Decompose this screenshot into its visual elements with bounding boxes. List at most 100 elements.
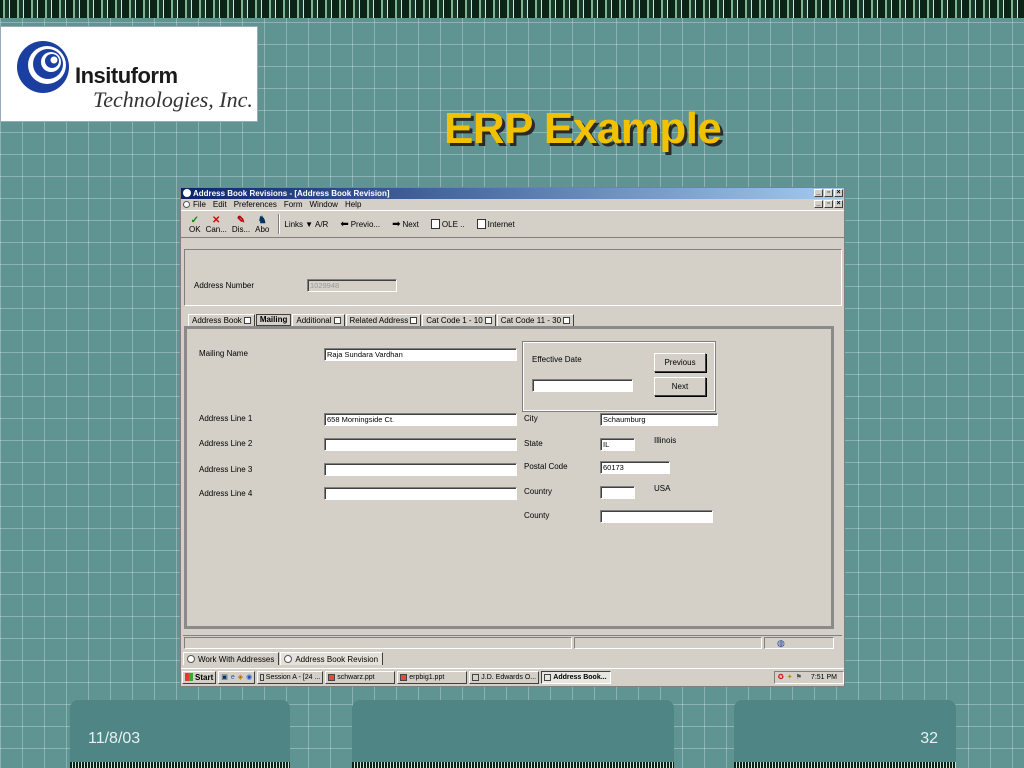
display-button[interactable]: ✎ Dis...	[232, 215, 250, 234]
task-jd-edwards-label: J.D. Edwards O...	[481, 673, 537, 681]
effective-date-group: Effective Date Previous Next	[522, 341, 716, 412]
media-icon[interactable]: ◉	[246, 672, 252, 683]
window-tab-address-book-revision[interactable]: Address Book Revision	[280, 652, 384, 665]
county-field[interactable]	[600, 510, 713, 523]
tab-address-book-label: Address Book	[192, 315, 242, 325]
minimize-button[interactable]: _	[814, 189, 823, 197]
toolbar: ✓ OK ✕ Can... ✎ Dis... ♞ Abo Links ▼ A/R…	[181, 210, 844, 238]
links-menu[interactable]: Links ▼ A/R	[284, 220, 328, 229]
tab-dropdown-icon	[410, 317, 418, 324]
window-tab-work-with-addresses-label: Work With Addresses	[198, 654, 275, 664]
footer-page-box: 32	[734, 700, 956, 762]
close-button[interactable]: ×	[834, 189, 843, 197]
child-close-button[interactable]: ×	[834, 200, 843, 208]
address-line-1-label: Address Line 1	[199, 414, 253, 423]
effective-date-field[interactable]	[532, 379, 633, 392]
status-cell	[574, 637, 762, 649]
menu-form[interactable]: Form	[284, 199, 303, 210]
desktop-icon[interactable]: ▣	[221, 672, 228, 683]
arrow-right-icon: ➡	[392, 218, 401, 230]
insituform-logo-icon	[17, 41, 69, 93]
circuit-board-banner	[0, 0, 1024, 18]
window-title: Address Book Revisions - [Address Book R…	[193, 189, 390, 198]
tab-mailing-label: Mailing	[259, 315, 288, 324]
tab-dropdown-icon	[243, 317, 251, 324]
ok-label: OK	[189, 224, 201, 234]
circuit-strip	[70, 762, 290, 768]
task-address-book[interactable]: Address Book...	[541, 670, 612, 684]
address-line-2-field[interactable]	[324, 438, 517, 451]
tray-icon[interactable]: ⚑	[796, 673, 802, 681]
start-button[interactable]: Start	[182, 670, 217, 684]
menu-file[interactable]: File	[193, 199, 206, 210]
next-button[interactable]: Next	[654, 377, 706, 396]
state-label: State	[524, 439, 543, 448]
state-description: Illinois	[654, 436, 677, 445]
tray-icon[interactable]: ✦	[787, 673, 793, 681]
display-label: Dis...	[231, 224, 251, 234]
address-number-label: Address Number	[194, 281, 255, 290]
air-label: A/R	[314, 219, 329, 229]
child-restore-button[interactable]: ▫	[824, 200, 833, 208]
child-minimize-button[interactable]: _	[814, 200, 823, 208]
check-icon: ✓	[190, 214, 199, 226]
header-section: Address Number 1029948	[184, 249, 842, 306]
postal-code-field[interactable]: 60173	[600, 461, 670, 474]
company-logo: Insituform Technologies, Inc.	[0, 26, 258, 122]
task-erpbig1-ppt-label: erpbig1.ppt	[409, 673, 445, 681]
city-label: City	[524, 414, 538, 423]
menu-edit[interactable]: Edit	[213, 199, 227, 210]
ole-icon	[430, 219, 440, 229]
slide-title: ERP Example	[444, 104, 722, 153]
ole-button[interactable]: OLE ..	[430, 219, 465, 229]
tray-icon[interactable]: ✪	[778, 673, 784, 681]
internet-button[interactable]: Internet	[476, 219, 515, 229]
county-label: County	[524, 511, 550, 520]
tab-mailing[interactable]: Mailing	[255, 314, 292, 326]
tab-related-address[interactable]: Related Address	[345, 314, 422, 326]
address-line-3-field[interactable]	[324, 463, 517, 476]
cancel-button[interactable]: ✕ Can...	[206, 215, 227, 234]
task-jd-edwards[interactable]: J.D. Edwards O...	[469, 670, 540, 684]
address-line-4-field[interactable]	[324, 487, 517, 500]
toolbar-separator	[278, 214, 281, 234]
tab-address-book[interactable]: Address Book	[188, 314, 255, 326]
globe-icon: ◍	[777, 637, 785, 648]
menu-help[interactable]: Help	[345, 199, 361, 210]
window-tab-address-book-revision-label: Address Book Revision	[295, 654, 379, 664]
logo-subtitle-text: Technologies, Inc.	[93, 87, 253, 112]
address-book-window: Address Book Revisions - [Address Book R…	[180, 187, 845, 687]
previous-button[interactable]: Previous	[654, 353, 706, 372]
slide-date: 11/8/03	[88, 730, 141, 747]
menu-window[interactable]: Window	[310, 199, 338, 210]
mailing-name-field[interactable]: Raja Sundara Vardhan	[324, 348, 517, 361]
task-schwarz-ppt[interactable]: schwarz.ppt	[325, 670, 396, 684]
city-field[interactable]: Schaumburg	[600, 413, 718, 426]
previous-record-button[interactable]: ⬅ Previo...	[340, 219, 380, 230]
tab-cat-code-1-10[interactable]: Cat Code 1 - 10	[422, 314, 496, 326]
tab-cat-code-11-30[interactable]: Cat Code 11 - 30	[496, 314, 575, 326]
window-tabs: Work With Addresses Address Book Revisio…	[181, 651, 846, 665]
cancel-label: Can...	[205, 224, 227, 234]
ok-button[interactable]: ✓ OK	[189, 215, 201, 234]
menu-preferences[interactable]: Preferences	[234, 199, 277, 210]
about-label: Abo	[255, 224, 270, 234]
state-field[interactable]: IL	[600, 438, 635, 451]
restore-button[interactable]: ▫	[824, 189, 833, 197]
taskbar: Start ▣ e ◈ ◉ Session A - [24 ... schwar…	[181, 668, 844, 685]
country-field[interactable]	[600, 486, 635, 499]
window-tab-work-with-addresses[interactable]: Work With Addresses	[183, 652, 280, 665]
ie-icon[interactable]: e	[231, 672, 235, 683]
tab-additional[interactable]: Additional	[292, 314, 345, 326]
task-session-a[interactable]: Session A - [24 ...	[257, 670, 324, 684]
task-erpbig1-ppt[interactable]: erpbig1.ppt	[397, 670, 468, 684]
address-number-field[interactable]: 1029948	[307, 279, 397, 292]
address-line-1-field[interactable]: 658 Morningside Ct.	[324, 413, 517, 426]
links-label: Links	[284, 219, 304, 229]
outlook-icon[interactable]: ◈	[238, 672, 243, 683]
pin-icon: ✎	[236, 214, 246, 226]
next-record-button[interactable]: ➡ Next	[392, 219, 419, 230]
address-line-2-label: Address Line 2	[199, 439, 253, 448]
about-button[interactable]: ♞ Abo	[255, 215, 269, 234]
mailing-panel: Mailing Name Raja Sundara Vardhan Effect…	[184, 326, 834, 629]
